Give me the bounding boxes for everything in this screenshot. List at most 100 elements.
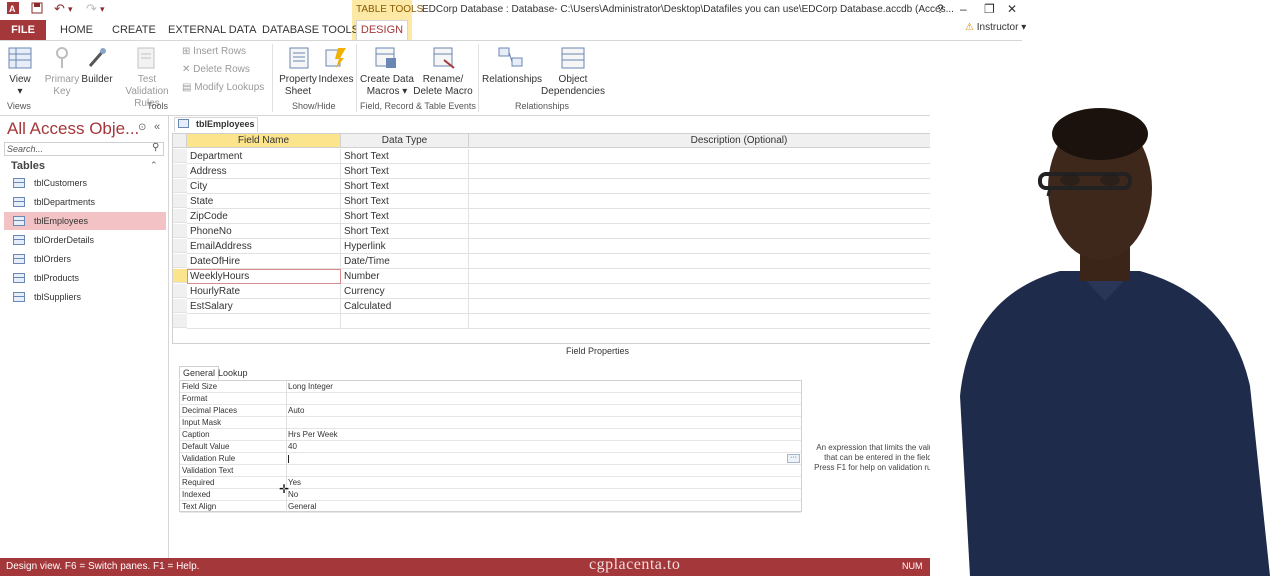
help-button[interactable]: ? [937, 2, 944, 16]
description-cell[interactable] [469, 254, 1010, 269]
description-cell[interactable] [469, 149, 1010, 164]
property-row-validation-rule[interactable]: Validation Rule [180, 453, 801, 465]
row-selector[interactable] [173, 164, 187, 178]
nav-item-tblOrderDetails[interactable]: tblOrderDetails [4, 231, 166, 249]
row-selector[interactable] [173, 254, 187, 268]
data-type-cell[interactable]: Currency [341, 284, 469, 299]
tab-lookup[interactable]: Lookup [218, 368, 248, 378]
field-name-cell[interactable]: ZipCode [187, 209, 341, 224]
description-cell[interactable] [469, 314, 1010, 329]
property-sheet-button[interactable]: Property Sheet [276, 74, 320, 98]
customize-qat-icon[interactable]: ▾ [100, 4, 105, 15]
property-row-indexed[interactable]: Indexed No [180, 489, 801, 501]
view-icon[interactable] [8, 46, 32, 70]
search-icon[interactable]: ⚲ [152, 142, 159, 153]
nav-search-input[interactable]: Search... [4, 142, 164, 156]
tab-file[interactable]: FILE [0, 20, 46, 40]
row-selector[interactable] [173, 149, 187, 163]
primary-key-button[interactable]: Primary Key [42, 74, 82, 98]
rename-delete-macro-button[interactable]: Rename/Delete Macro [412, 74, 474, 98]
data-type-cell[interactable] [341, 314, 469, 329]
data-type-cell[interactable]: Hyperlink [341, 239, 469, 254]
row-selector[interactable] [173, 314, 187, 328]
minimize-button[interactable]: – [960, 2, 967, 16]
property-row-format[interactable]: Format [180, 393, 801, 405]
nav-item-tblSuppliers[interactable]: tblSuppliers [4, 288, 166, 306]
nav-item-tblCustomers[interactable]: tblCustomers [4, 174, 166, 192]
property-row-validation-text[interactable]: Validation Text [180, 465, 801, 477]
row-selector[interactable] [173, 179, 187, 193]
close-window-button[interactable]: ✕ [1007, 2, 1017, 16]
data-type-cell[interactable]: Date/Time [341, 254, 469, 269]
nav-dropdown-icon[interactable]: ⊙ [138, 122, 146, 133]
property-value[interactable]: No [288, 489, 298, 501]
row-selector[interactable] [173, 284, 187, 298]
property-value[interactable]: Long Integer [288, 381, 333, 393]
description-cell[interactable] [469, 209, 1010, 224]
create-data-macros-button[interactable]: Create Data Macros ▾ [358, 74, 416, 98]
description-cell[interactable] [469, 164, 1010, 179]
modify-lookups-button[interactable]: ▤ Modify Lookups [182, 82, 264, 94]
tab-design[interactable]: DESIGN [356, 20, 408, 40]
object-dependencies-button[interactable]: Object Dependencies [540, 74, 606, 98]
data-type-cell[interactable]: Short Text [341, 179, 469, 194]
nav-item-tblDepartments[interactable]: tblDepartments [4, 193, 166, 211]
tab-home[interactable]: HOME [60, 24, 93, 36]
description-cell[interactable] [469, 224, 1010, 239]
field-name-cell[interactable]: Address [187, 164, 341, 179]
data-type-cell[interactable]: Short Text [341, 224, 469, 239]
property-row-caption[interactable]: Caption Hrs Per Week [180, 429, 801, 441]
field-name-cell[interactable]: HourlyRate [187, 284, 341, 299]
current-row-selector[interactable] [173, 269, 187, 283]
property-value[interactable]: Auto [288, 405, 304, 417]
undo-icon[interactable]: ↶ [54, 1, 65, 17]
view-button[interactable]: View ▾ [4, 74, 36, 98]
field-name-cell-current[interactable]: WeeklyHours [187, 269, 341, 284]
field-name-cell[interactable]: EmailAddress [187, 239, 341, 254]
row-selector[interactable] [173, 224, 187, 238]
field-name-cell[interactable] [187, 314, 341, 329]
nav-item-tblOrders[interactable]: tblOrders [4, 250, 166, 268]
tab-general[interactable]: General [179, 366, 220, 379]
row-selector[interactable] [173, 299, 187, 313]
property-value[interactable]: General [288, 501, 316, 513]
data-type-cell[interactable]: Short Text [341, 194, 469, 209]
property-row-input-mask[interactable]: Input Mask [180, 417, 801, 429]
relationships-button[interactable]: Relationships [482, 74, 542, 86]
indexes-button[interactable]: Indexes [318, 74, 354, 86]
description-cell[interactable] [469, 194, 1010, 209]
field-name-cell[interactable]: EstSalary [187, 299, 341, 314]
description-cell[interactable] [469, 239, 1010, 254]
restore-button[interactable]: ❐ [984, 2, 995, 16]
row-selector[interactable] [173, 239, 187, 253]
description-cell[interactable] [469, 179, 1010, 194]
nav-item-tblProducts[interactable]: tblProducts [4, 269, 166, 287]
builder-button[interactable]: Builder [80, 74, 114, 86]
property-value[interactable]: Yes [288, 477, 301, 489]
tab-external-data[interactable]: EXTERNAL DATA [168, 24, 256, 36]
nav-section-tables[interactable]: Tables [11, 160, 45, 172]
field-name-cell[interactable]: City [187, 179, 341, 194]
description-cell[interactable] [469, 299, 1010, 314]
data-type-cell[interactable]: Short Text [341, 209, 469, 224]
data-type-cell[interactable]: Number [341, 269, 469, 284]
property-row-required[interactable]: Required Yes [180, 477, 801, 489]
property-row-text-align[interactable]: Text Align General [180, 501, 801, 513]
collapse-section-icon[interactable]: ⌃ [150, 160, 158, 171]
property-row-default-value[interactable]: Default Value 40 [180, 441, 801, 453]
property-row-decimal-places[interactable]: Decimal Places Auto [180, 405, 801, 417]
property-row-field-size[interactable]: Field Size Long Integer [180, 381, 801, 393]
field-name-cell[interactable]: Department [187, 149, 341, 164]
nav-item-tblEmployees[interactable]: tblEmployees [4, 212, 166, 230]
user-account[interactable]: ⚠ Instructor ▾ [965, 22, 1026, 33]
expression-builder-button[interactable]: ··· [787, 454, 800, 463]
tab-database-tools[interactable]: DATABASE TOOLS [262, 24, 359, 36]
field-name-cell[interactable]: State [187, 194, 341, 209]
save-icon[interactable] [30, 1, 44, 15]
data-type-cell[interactable]: Short Text [341, 149, 469, 164]
row-selector[interactable] [173, 194, 187, 208]
property-value[interactable]: 40 [288, 441, 297, 453]
description-cell[interactable] [469, 284, 1010, 299]
undo-dropdown-icon[interactable]: ▾ [68, 4, 73, 15]
insert-rows-button[interactable]: ⊞ Insert Rows [182, 46, 246, 58]
